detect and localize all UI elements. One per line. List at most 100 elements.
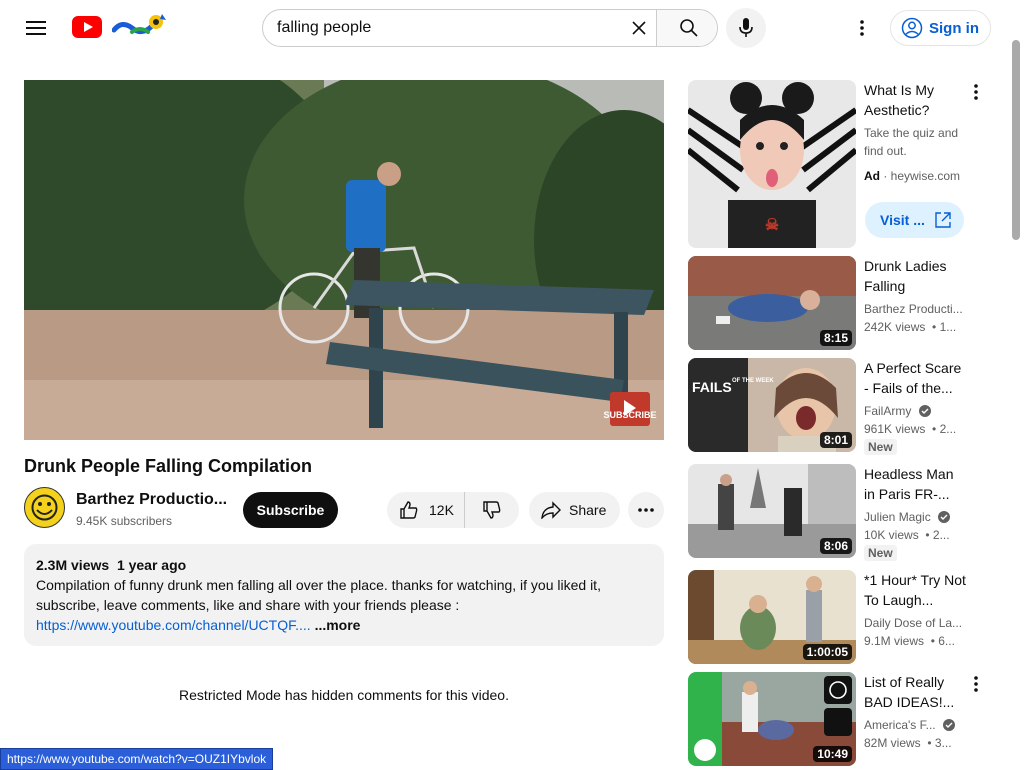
sidebar-video-title[interactable]: *1 Hour* Try Not To Laugh... — [864, 570, 968, 610]
upload-age: 1 year ago — [116, 557, 187, 573]
ad-source: Ad · heywise.com — [864, 169, 961, 183]
video-menu-button[interactable] — [966, 674, 986, 694]
comments-restricted-notice: Restricted Mode has hidden comments for … — [179, 687, 509, 703]
youtube-logo[interactable] — [72, 16, 102, 38]
ad-menu-button[interactable] — [966, 82, 986, 102]
video-duration: 8:01 — [819, 432, 852, 448]
channel-avatar[interactable] — [24, 487, 65, 528]
channel-label: America's F... — [864, 718, 936, 732]
menu-button[interactable] — [20, 12, 52, 44]
thumbs-up-icon — [400, 501, 418, 519]
video-duration: 10:49 — [813, 746, 852, 762]
sidebar-thumbnail[interactable]: 10:49 — [688, 672, 856, 766]
sidebar-video-stats: 10K views • 2... — [864, 528, 950, 542]
sidebar-thumbnail[interactable]: FAILS OF THE WEEK 8:01 — [688, 358, 856, 452]
channel-name[interactable]: Barthez Productio... — [76, 491, 227, 509]
ad-image: ☠ — [688, 80, 856, 248]
sidebar-video-title[interactable]: A Perfect Scare - Fails of the... — [864, 358, 968, 398]
description-meta: 2.3M views 1 year ago — [36, 555, 652, 575]
view-count: 961K views — [864, 422, 926, 436]
verified-icon — [918, 405, 931, 417]
search-button[interactable] — [656, 10, 717, 46]
video-player[interactable]: SUBSCRIBE — [24, 80, 664, 440]
description-box[interactable]: 2.3M views 1 year ago Compilation of fun… — [24, 544, 664, 646]
ad-visit-label: Visit ... — [880, 212, 925, 228]
search-input[interactable] — [277, 10, 617, 46]
account-circle-icon — [901, 17, 923, 39]
show-more-button[interactable]: ...more — [315, 617, 361, 633]
description-text: Compilation of funny drunk men falling a… — [36, 575, 652, 635]
video-duration: 1:00:05 — [802, 644, 852, 660]
ad-badge: Ad — [864, 169, 880, 183]
description-link[interactable]: https://www.youtube.com/channel/UCTQF...… — [36, 617, 311, 633]
sign-in-button[interactable]: Sign in — [890, 10, 991, 46]
page-scrollbar[interactable] — [1012, 40, 1020, 240]
subscriber-count: 9.45K subscribers — [76, 514, 173, 528]
status-bar-url: https://www.youtube.com/watch?v=OUZ1IYbv… — [0, 748, 274, 770]
more-horiz-icon — [638, 508, 654, 512]
search-icon — [679, 19, 698, 37]
video-age: 2... — [939, 422, 957, 436]
smiley-icon — [31, 494, 58, 521]
sidebar-video-title[interactable]: Drunk Ladies Falling — [864, 256, 968, 296]
ad-title[interactable]: What Is My Aesthetic? — [864, 80, 968, 120]
video-frame: SUBSCRIBE — [24, 80, 664, 440]
hamburger-icon — [26, 21, 46, 35]
open-external-icon — [935, 212, 951, 228]
more-vert-icon — [974, 676, 978, 692]
more-actions-button[interactable] — [628, 492, 664, 528]
sidebar-video-channel: FailArmy — [864, 404, 931, 418]
ad-thumbnail[interactable]: ☠ — [688, 80, 856, 248]
video-duration: 8:15 — [819, 330, 852, 346]
video-title: Drunk People Falling Compilation — [24, 456, 313, 476]
sidebar-video-title[interactable]: Headless Man in Paris FR-... — [864, 464, 968, 504]
close-icon — [632, 21, 646, 35]
ad-visit-button[interactable]: Visit ... — [865, 202, 964, 238]
like-count: 12K — [429, 502, 454, 518]
view-count: 82M views — [864, 736, 921, 750]
sidebar-thumbnail[interactable]: 1:00:05 — [688, 570, 856, 664]
thumbs-down-icon — [483, 501, 501, 519]
sidebar-video-channel: Daily Dose of La... — [864, 616, 963, 630]
sidebar-thumbnail[interactable]: 8:06 — [688, 464, 856, 558]
share-label: Share — [569, 502, 607, 518]
ad-domain: heywise.com — [890, 169, 961, 183]
sidebar-video-stats: 242K views • 1... — [864, 320, 957, 334]
channel-label: Julien Magic — [864, 510, 931, 524]
subscribe-button[interactable]: Subscribe — [243, 492, 338, 528]
sidebar-video-stats: 961K views • 2... — [864, 422, 957, 436]
dislike-button[interactable] — [465, 492, 519, 528]
like-button[interactable]: 12K — [387, 492, 465, 528]
svg-text:☠: ☠ — [765, 217, 779, 234]
new-badge: New — [864, 439, 897, 455]
thumb-week-text: OF THE WEEK — [732, 378, 774, 384]
sidebar-video-channel: Barthez Producti... — [864, 302, 963, 316]
search-box[interactable] — [262, 9, 718, 47]
view-count: 9.1M views — [864, 634, 925, 648]
like-dislike-group: 12K — [387, 492, 519, 528]
channel-label: FailArmy — [864, 404, 912, 418]
ad-body: Take the quiz and find out. — [864, 126, 959, 158]
share-button[interactable]: Share — [529, 492, 620, 528]
view-count: 2.3M views — [36, 557, 110, 573]
video-age: 3... — [934, 736, 952, 750]
view-count: 242K views — [864, 320, 926, 334]
share-icon — [541, 501, 561, 519]
youtube-play-icon — [72, 16, 102, 38]
view-count: 10K views — [864, 528, 919, 542]
sign-in-label: Sign in — [929, 19, 979, 37]
doodle-logo[interactable] — [111, 12, 170, 40]
sidebar-video-stats: 9.1M views • 6... — [864, 634, 955, 648]
sidebar-thumbnail[interactable]: 8:15 — [688, 256, 856, 350]
clear-search-button[interactable] — [623, 10, 655, 46]
settings-menu-button[interactable] — [848, 12, 876, 44]
video-age: 2... — [932, 528, 950, 542]
sidebar-video-title[interactable]: List of Really BAD IDEAS!... — [864, 672, 968, 712]
new-badge: New — [864, 545, 897, 561]
verified-icon — [942, 719, 955, 731]
doodle-icon — [111, 14, 166, 34]
microphone-icon — [739, 18, 753, 37]
video-duration: 8:06 — [819, 538, 852, 554]
voice-search-button[interactable] — [726, 8, 766, 48]
sidebar-video-channel: America's F... — [864, 718, 955, 732]
